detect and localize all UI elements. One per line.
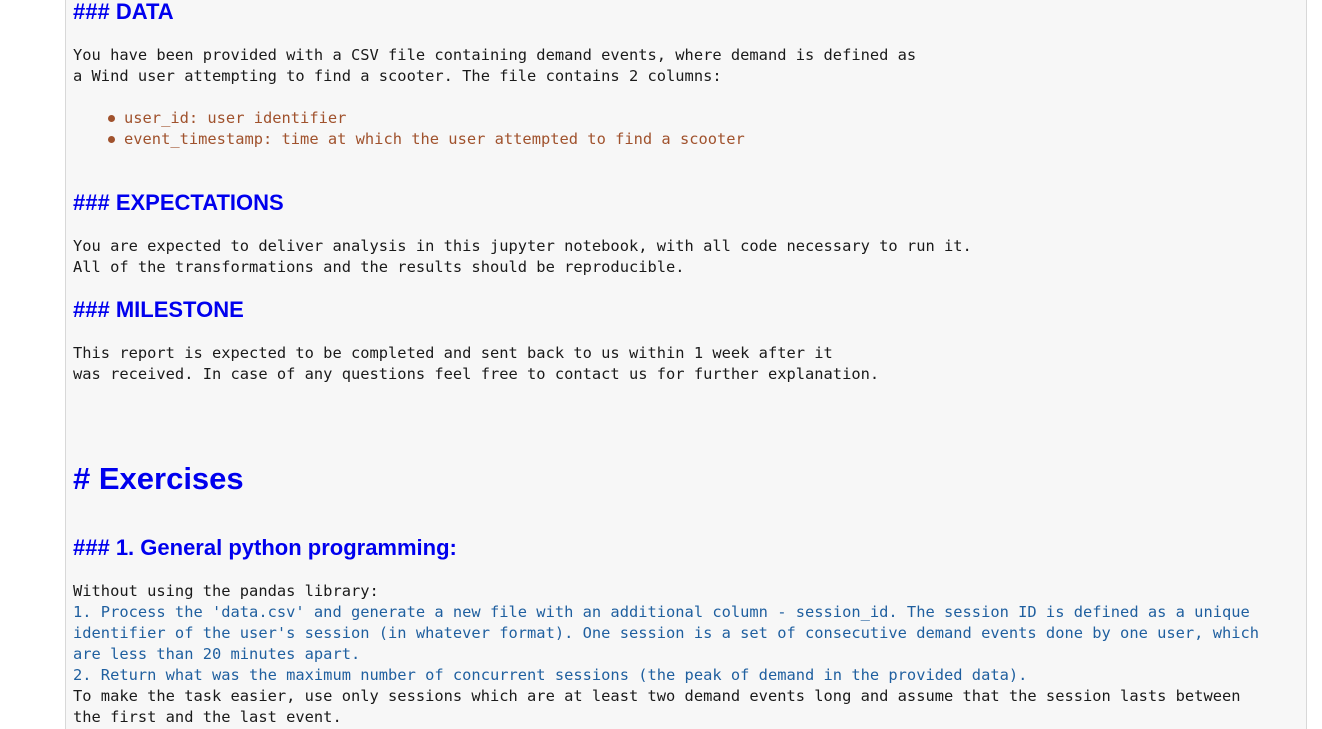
exercise-note-line-2: the first and the last event. [73, 708, 342, 726]
milestone-line-2: was received. In case of any questions f… [73, 365, 880, 383]
exercise-item-line-1: 1. Process the 'data.csv' and generate a… [73, 603, 1250, 621]
exercise-item-line-2: identifier of the user's session (in wha… [73, 624, 1260, 642]
expectations-line-2: All of the transformations and the resul… [73, 258, 685, 276]
expectations-heading: ### EXPECTATIONS [73, 190, 284, 215]
data-heading: ### DATA [73, 0, 174, 24]
milestone-line-1: This report is expected to be completed … [73, 344, 833, 362]
expectations-line-1: You are expected to deliver analysis in … [73, 237, 972, 255]
exercises-heading: # Exercises [73, 461, 244, 496]
milestone-heading: ### MILESTONE [73, 297, 244, 322]
list-item: event_timestamp: time at which the user … [106, 129, 745, 150]
exercise-1-heading: ### 1. General python programming: [73, 535, 457, 560]
list-item: user_id: user identifier [106, 108, 745, 129]
exercise-note-line-1: To make the task easier, use only sessio… [73, 687, 1241, 705]
columns-list: user_id: user identifier event_timestamp… [106, 108, 745, 150]
markdown-cell[interactable]: ### DATA You have been provided with a C… [65, 0, 1307, 729]
exercise-item-line-3: are less than 20 minutes apart. [73, 645, 361, 663]
data-line-2: a Wind user attempting to find a scooter… [73, 67, 722, 85]
exercise-intro: Without using the pandas library: [73, 582, 379, 600]
data-line-1: You have been provided with a CSV file c… [73, 46, 917, 64]
exercise-item-line-4: 2. Return what was the maximum number of… [73, 666, 1028, 684]
